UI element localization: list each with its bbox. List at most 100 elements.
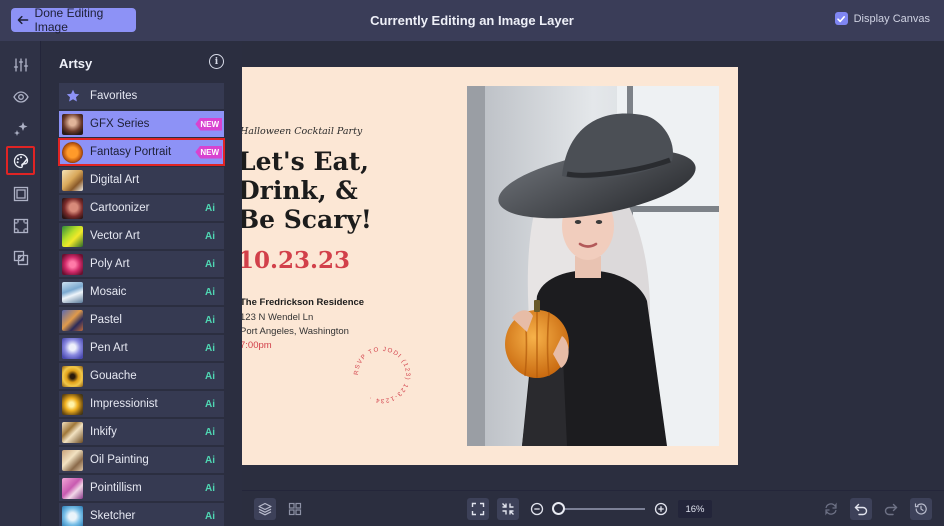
display-canvas-label: Display Canvas [853,12,930,25]
digital-art-thumbnail [62,169,83,191]
list-item-label: Favorites [90,90,138,102]
reset-button[interactable] [820,498,842,520]
address-street: 123 N Wendel Ln [242,312,314,323]
list-item-label: Vector Art [90,230,140,242]
list-item-gouache[interactable]: Gouache Ai [59,363,224,389]
effects-tool[interactable] [8,116,33,141]
zoom-slider-handle[interactable] [552,502,565,515]
list-item-fantasy-portrait[interactable]: Fantasy Portrait NEW [58,138,225,166]
adjustments-tool[interactable] [8,52,33,77]
list-item-pointillism[interactable]: Pointillism Ai [59,475,224,501]
cartoonizer-thumbnail [62,197,83,219]
zoom-in-button[interactable] [650,498,672,520]
gouache-thumbnail [62,365,83,387]
poly-art-thumbnail [62,253,83,275]
invitation-subhead: Halloween Cocktail Party [242,126,363,137]
list-item-pen-art[interactable]: Pen Art Ai [59,335,224,361]
list-item-poly-art[interactable]: Poly Art Ai [59,251,224,277]
list-item-cartoonizer[interactable]: Cartoonizer Ai [59,195,224,221]
new-badge: NEW [195,145,222,159]
headline-line-1: Let's Eat, [242,147,369,176]
list-item-gfx-series[interactable]: GFX Series NEW [59,111,224,137]
svg-text:RSVP TO JODI (123) 123-1234 ·: RSVP TO JODI (123) 123-1234 · [353,346,411,404]
refresh-icon [825,502,837,516]
list-item-label: Digital Art [90,174,140,186]
info-icon[interactable]: i [209,54,224,69]
ai-badge: Ai [205,370,215,382]
star-icon [62,86,83,107]
layers-overlay-icon [13,250,28,265]
artsy-panel: Artsy i Favorites GFX Series NEW Fantasy… [41,41,242,526]
ai-badge: Ai [205,398,215,410]
address-city: Port Angeles, Washington [242,326,349,337]
grid-button[interactable] [284,498,306,520]
artsy-tool[interactable] [6,146,35,175]
canvas-area[interactable]: Halloween Cocktail Party Let's Eat, Drin… [242,41,944,490]
list-item-label: Sketcher [90,510,136,522]
ai-badge: Ai [205,342,215,354]
list-item-favorites[interactable]: Favorites [59,83,224,109]
overlays-tool[interactable] [8,245,33,270]
witch-photo [467,86,719,446]
witch-photo-layer[interactable] [467,86,719,446]
tool-rail [0,41,41,526]
compress-icon [502,503,514,515]
ai-badge: Ai [205,426,215,438]
display-canvas-toggle[interactable]: Display Canvas [834,12,930,25]
undo-icon [854,503,868,516]
impressionist-thumbnail [62,393,83,415]
checkmark-icon [837,15,846,22]
gfx-series-thumbnail [62,113,83,135]
borders-tool[interactable] [8,213,33,238]
ai-badge: Ai [205,286,215,298]
list-item-label: Pointillism [90,482,142,494]
undo-button[interactable] [850,498,872,520]
list-item-vector-art[interactable]: Vector Art Ai [59,223,224,249]
ai-badge: Ai [205,510,215,522]
shrink-button[interactable] [497,498,519,520]
top-bar: Done Editing Image Currently Editing an … [0,0,944,41]
zoom-slider-track[interactable] [558,508,645,510]
history-button[interactable] [910,498,932,520]
view-tool[interactable] [8,84,33,109]
done-editing-image-button[interactable]: Done Editing Image [11,6,136,34]
pointillism-thumbnail [62,477,83,499]
layers-icon [258,502,272,516]
list-item-label: Poly Art [90,258,130,270]
invitation-date: 10.23.23 [242,247,351,274]
frames-tool[interactable] [8,181,33,206]
address-name: The Fredrickson Residence [242,297,365,308]
redo-icon [884,503,898,516]
redo-button[interactable] [880,498,902,520]
minus-circle-icon [530,502,544,516]
invitation-card[interactable]: Halloween Cocktail Party Let's Eat, Drin… [242,67,738,465]
bottom-toolbar: 16% [242,490,944,526]
list-item-digital-art[interactable]: Digital Art [59,167,224,193]
fit-to-screen-button[interactable] [467,498,489,520]
list-item-label: Impressionist [90,398,158,410]
border-icon [13,218,28,233]
vector-art-thumbnail [62,225,83,247]
list-item-impressionist[interactable]: Impressionist Ai [59,391,224,417]
display-canvas-checkbox[interactable] [834,12,848,25]
panel-title: Artsy [59,56,93,71]
layers-button[interactable] [254,498,276,520]
list-item-mosaic[interactable]: Mosaic Ai [59,279,224,305]
rsvp-circle-text: RSVP TO JODI (123) 123-1234 · [353,346,411,404]
ai-badge: Ai [205,454,215,466]
list-item-inkify[interactable]: Inkify Ai [59,419,224,445]
list-item-sketcher[interactable]: Sketcher Ai [59,503,224,526]
list-item-oil-painting[interactable]: Oil Painting Ai [59,447,224,473]
headline-line-3: Be Scary! [242,205,372,234]
zoom-out-button[interactable] [526,498,548,520]
list-item-pastel[interactable]: Pastel Ai [59,307,224,333]
headline-line-2: Drink, & [242,176,358,205]
list-item-label: Cartoonizer [90,202,150,214]
pen-art-thumbnail [62,337,83,359]
list-item-label: Fantasy Portrait [90,146,172,158]
new-badge: NEW [195,117,222,131]
zoom-value[interactable]: 16% [678,500,712,518]
grid-icon [288,502,302,516]
list-item-label: Pen Art [90,342,128,354]
pastel-thumbnail [62,309,83,331]
